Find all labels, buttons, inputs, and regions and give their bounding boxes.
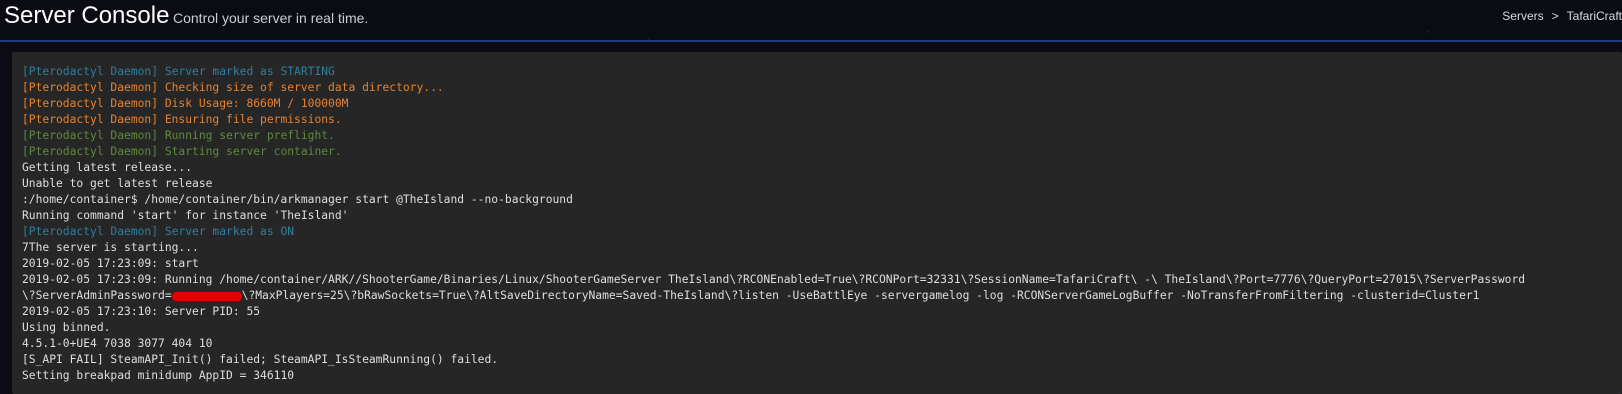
console-line: [Pterodactyl Daemon] Ensuring file permi… (22, 113, 342, 126)
console-line: :/home/container$ /home/container/bin/ar… (22, 193, 573, 206)
breadcrumb-servers-link[interactable]: Servers (1502, 9, 1543, 23)
breadcrumb-current: TafariCraft (1566, 9, 1622, 23)
console-line: 7The server is starting... (22, 241, 199, 254)
page-header: Server Console Control your server in re… (0, 0, 1622, 40)
redaction-mark (171, 291, 242, 301)
console-line: [Pterodactyl Daemon] Server marked as ON (22, 225, 295, 238)
console-window[interactable]: [Pterodactyl Daemon] Server marked as ST… (12, 52, 1622, 394)
console-line: [Pterodactyl Daemon] Checking size of se… (22, 81, 444, 94)
console-line: [Pterodactyl Daemon] Disk Usage: 8660M /… (22, 97, 349, 110)
breadcrumb-separator: > (1551, 9, 1559, 23)
console-line: [Pterodactyl Daemon] Running server pref… (22, 129, 335, 142)
console-line: [Pterodactyl Daemon] Server marked as ST… (22, 65, 335, 78)
console-line: Using binned. (22, 321, 111, 334)
console-line: [S_API FAIL] SteamAPI_Init() failed; Ste… (22, 353, 499, 366)
console-line: 4.5.1-0+UE4 7038 3077 404 10 (22, 337, 213, 350)
console-line: Running command 'start' for instance 'Th… (22, 209, 349, 222)
console-line: Getting latest release... (22, 161, 193, 174)
console-panel: [Pterodactyl Daemon] Server marked as ST… (0, 42, 1622, 394)
console-line: 2019-02-05 17:23:09: start (22, 257, 199, 270)
console-line: \?ServerAdminPassword= \?MaxPlayers=25\?b… (22, 288, 1622, 304)
page-subtitle: Control your server in real time. (173, 10, 369, 26)
console-line-text: \?ServerAdminPassword= (22, 289, 172, 302)
console-line: Unable to get latest release (22, 177, 213, 190)
breadcrumb: Servers > TafariCraft (1502, 9, 1622, 23)
console-output: [Pterodactyl Daemon] Server marked as ST… (22, 64, 1622, 384)
console-line-text: \?MaxPlayers=25\?bRawSockets=True\?AltSa… (241, 289, 1480, 302)
console-line: 2019-02-05 17:23:09: Running /home/conta… (22, 273, 1526, 286)
console-line: 2019-02-05 17:23:10: Server PID: 55 (22, 305, 261, 318)
page-title: Server Console (4, 2, 170, 29)
console-line: Setting breakpad minidump AppID = 346110 (22, 369, 295, 382)
console-line: [Pterodactyl Daemon] Starting server con… (22, 145, 342, 158)
